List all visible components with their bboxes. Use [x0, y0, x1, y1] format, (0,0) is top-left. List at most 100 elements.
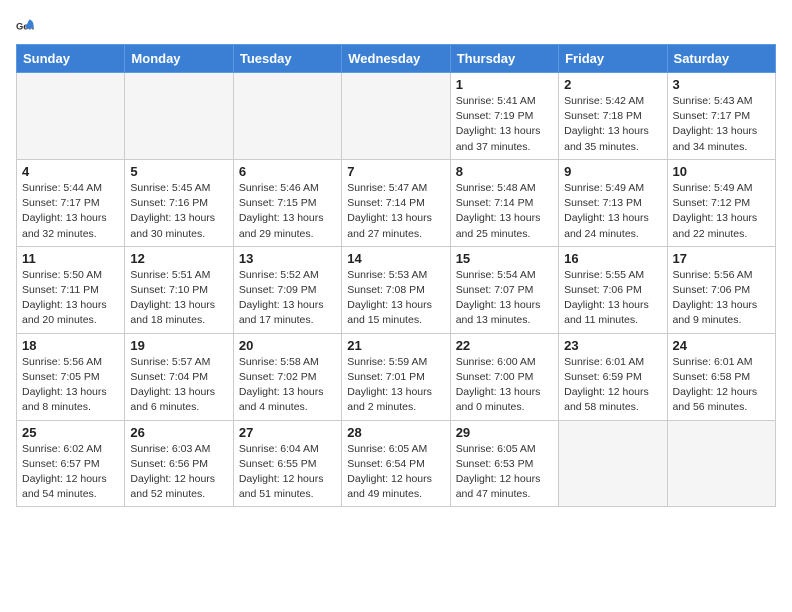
calendar-cell: 23 Sunrise: 6:01 AM Sunset: 6:59 PM Dayli… — [559, 333, 667, 420]
day-number: 17 — [673, 251, 770, 266]
day-number: 9 — [564, 164, 661, 179]
week-row-5: 25 Sunrise: 6:02 AM Sunset: 6:57 PM Dayli… — [17, 420, 776, 507]
header-day-saturday: Saturday — [667, 45, 775, 73]
day-info: Sunrise: 5:49 AM Sunset: 7:12 PM Dayligh… — [673, 181, 770, 242]
day-number: 4 — [22, 164, 119, 179]
day-info: Sunrise: 5:59 AM Sunset: 7:01 PM Dayligh… — [347, 355, 444, 416]
day-number: 21 — [347, 338, 444, 353]
day-info: Sunrise: 5:56 AM Sunset: 7:05 PM Dayligh… — [22, 355, 119, 416]
calendar-cell: 21 Sunrise: 5:59 AM Sunset: 7:01 PM Dayli… — [342, 333, 450, 420]
day-info: Sunrise: 5:43 AM Sunset: 7:17 PM Dayligh… — [673, 94, 770, 155]
calendar-cell — [559, 420, 667, 507]
day-number: 13 — [239, 251, 336, 266]
calendar-cell: 1Sunrise: 5:41 AM Sunset: 7:19 PM Daylig… — [450, 73, 558, 160]
calendar-cell: 27Sunrise: 6:04 AM Sunset: 6:55 PM Dayli… — [233, 420, 341, 507]
header: Gen — [16, 16, 776, 36]
day-info: Sunrise: 5:58 AM Sunset: 7:02 PM Dayligh… — [239, 355, 336, 416]
calendar-cell — [125, 73, 233, 160]
day-number: 14 — [347, 251, 444, 266]
day-info: Sunrise: 5:51 AM Sunset: 7:10 PM Dayligh… — [130, 268, 227, 329]
calendar-cell: 17 Sunrise: 5:56 AM Sunset: 7:06 PM Dayli… — [667, 246, 775, 333]
day-info: Sunrise: 5:53 AM Sunset: 7:08 PM Dayligh… — [347, 268, 444, 329]
week-row-2: 4 Sunrise: 5:44 AM Sunset: 7:17 PM Daylig… — [17, 159, 776, 246]
day-info: Sunrise: 6:02 AM Sunset: 6:57 PM Dayligh… — [22, 442, 119, 503]
day-number: 8 — [456, 164, 553, 179]
calendar-cell — [17, 73, 125, 160]
calendar-cell: 22 Sunrise: 6:00 AM Sunset: 7:00 PM Dayli… — [450, 333, 558, 420]
calendar-cell: 25 Sunrise: 6:02 AM Sunset: 6:57 PM Dayli… — [17, 420, 125, 507]
day-info: Sunrise: 5:52 AM Sunset: 7:09 PM Dayligh… — [239, 268, 336, 329]
week-row-1: 1Sunrise: 5:41 AM Sunset: 7:19 PM Daylig… — [17, 73, 776, 160]
calendar-cell: 4 Sunrise: 5:44 AM Sunset: 7:17 PM Daylig… — [17, 159, 125, 246]
day-number: 12 — [130, 251, 227, 266]
calendar-cell: 10 Sunrise: 5:49 AM Sunset: 7:12 PM Dayli… — [667, 159, 775, 246]
calendar-cell: 29 Sunrise: 6:05 AM Sunset: 6:53 PM Dayli… — [450, 420, 558, 507]
day-info: Sunrise: 5:42 AM Sunset: 7:18 PM Dayligh… — [564, 94, 661, 155]
calendar-cell: 26 Sunrise: 6:03 AM Sunset: 6:56 PM Dayli… — [125, 420, 233, 507]
day-number: 6 — [239, 164, 336, 179]
day-number: 2 — [564, 77, 661, 92]
day-info: Sunrise: 6:03 AM Sunset: 6:56 PM Dayligh… — [130, 442, 227, 503]
day-number: 20 — [239, 338, 336, 353]
calendar-cell: 12 Sunrise: 5:51 AM Sunset: 7:10 PM Dayli… — [125, 246, 233, 333]
day-info: Sunrise: 5:47 AM Sunset: 7:14 PM Dayligh… — [347, 181, 444, 242]
calendar-cell: 28 Sunrise: 6:05 AM Sunset: 6:54 PM Dayli… — [342, 420, 450, 507]
day-number: 3 — [673, 77, 770, 92]
day-info: Sunrise: 5:44 AM Sunset: 7:17 PM Dayligh… — [22, 181, 119, 242]
day-number: 23 — [564, 338, 661, 353]
day-info: Sunrise: 5:46 AM Sunset: 7:15 PM Dayligh… — [239, 181, 336, 242]
header-row: SundayMondayTuesdayWednesdayThursdayFrid… — [17, 45, 776, 73]
day-number: 22 — [456, 338, 553, 353]
day-info: Sunrise: 5:41 AM Sunset: 7:19 PM Dayligh… — [456, 94, 553, 155]
calendar: SundayMondayTuesdayWednesdayThursdayFrid… — [16, 44, 776, 507]
calendar-cell — [667, 420, 775, 507]
calendar-cell: 24Sunrise: 6:01 AM Sunset: 6:58 PM Dayli… — [667, 333, 775, 420]
day-info: Sunrise: 5:54 AM Sunset: 7:07 PM Dayligh… — [456, 268, 553, 329]
day-info: Sunrise: 5:57 AM Sunset: 7:04 PM Dayligh… — [130, 355, 227, 416]
day-number: 10 — [673, 164, 770, 179]
day-number: 28 — [347, 425, 444, 440]
day-number: 16 — [564, 251, 661, 266]
header-day-monday: Monday — [125, 45, 233, 73]
day-number: 25 — [22, 425, 119, 440]
calendar-cell: 7Sunrise: 5:47 AM Sunset: 7:14 PM Daylig… — [342, 159, 450, 246]
day-info: Sunrise: 5:49 AM Sunset: 7:13 PM Dayligh… — [564, 181, 661, 242]
calendar-cell: 3 Sunrise: 5:43 AM Sunset: 7:17 PM Daylig… — [667, 73, 775, 160]
day-number: 11 — [22, 251, 119, 266]
week-row-4: 18Sunrise: 5:56 AM Sunset: 7:05 PM Dayli… — [17, 333, 776, 420]
day-number: 26 — [130, 425, 227, 440]
calendar-cell — [233, 73, 341, 160]
day-info: Sunrise: 5:50 AM Sunset: 7:11 PM Dayligh… — [22, 268, 119, 329]
calendar-cell: 14 Sunrise: 5:53 AM Sunset: 7:08 PM Dayli… — [342, 246, 450, 333]
day-info: Sunrise: 5:45 AM Sunset: 7:16 PM Dayligh… — [130, 181, 227, 242]
header-day-thursday: Thursday — [450, 45, 558, 73]
logo: Gen — [16, 16, 40, 36]
day-number: 15 — [456, 251, 553, 266]
day-number: 29 — [456, 425, 553, 440]
calendar-cell: 20 Sunrise: 5:58 AM Sunset: 7:02 PM Dayli… — [233, 333, 341, 420]
calendar-cell: 19 Sunrise: 5:57 AM Sunset: 7:04 PM Dayli… — [125, 333, 233, 420]
calendar-cell: 18Sunrise: 5:56 AM Sunset: 7:05 PM Dayli… — [17, 333, 125, 420]
logo-icon: Gen — [16, 16, 36, 36]
day-info: Sunrise: 6:05 AM Sunset: 6:53 PM Dayligh… — [456, 442, 553, 503]
calendar-cell: 5Sunrise: 5:45 AM Sunset: 7:16 PM Daylig… — [125, 159, 233, 246]
week-row-3: 11 Sunrise: 5:50 AM Sunset: 7:11 PM Dayli… — [17, 246, 776, 333]
calendar-cell: 13 Sunrise: 5:52 AM Sunset: 7:09 PM Dayli… — [233, 246, 341, 333]
calendar-cell: 6 Sunrise: 5:46 AM Sunset: 7:15 PM Daylig… — [233, 159, 341, 246]
day-info: Sunrise: 6:05 AM Sunset: 6:54 PM Dayligh… — [347, 442, 444, 503]
day-number: 19 — [130, 338, 227, 353]
header-day-tuesday: Tuesday — [233, 45, 341, 73]
header-day-sunday: Sunday — [17, 45, 125, 73]
calendar-cell: 8Sunrise: 5:48 AM Sunset: 7:14 PM Daylig… — [450, 159, 558, 246]
calendar-cell: 15 Sunrise: 5:54 AM Sunset: 7:07 PM Dayli… — [450, 246, 558, 333]
day-info: Sunrise: 6:00 AM Sunset: 7:00 PM Dayligh… — [456, 355, 553, 416]
calendar-cell: 16 Sunrise: 5:55 AM Sunset: 7:06 PM Dayli… — [559, 246, 667, 333]
calendar-cell: 2 Sunrise: 5:42 AM Sunset: 7:18 PM Daylig… — [559, 73, 667, 160]
day-info: Sunrise: 6:04 AM Sunset: 6:55 PM Dayligh… — [239, 442, 336, 503]
day-info: Sunrise: 5:56 AM Sunset: 7:06 PM Dayligh… — [673, 268, 770, 329]
header-day-friday: Friday — [559, 45, 667, 73]
day-info: Sunrise: 5:55 AM Sunset: 7:06 PM Dayligh… — [564, 268, 661, 329]
calendar-cell — [342, 73, 450, 160]
day-info: Sunrise: 6:01 AM Sunset: 6:59 PM Dayligh… — [564, 355, 661, 416]
header-day-wednesday: Wednesday — [342, 45, 450, 73]
